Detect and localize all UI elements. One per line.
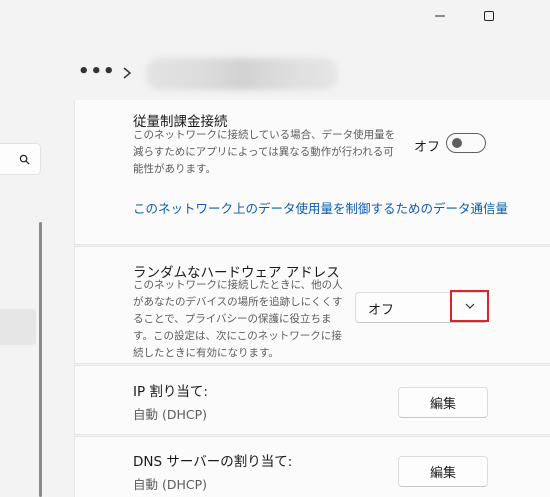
minimize-icon [435,15,445,17]
dropdown-chevron-highlight[interactable] [450,290,489,322]
metered-connection-description: このネットワークに接続している場合、データ使用量を 減らすためにアプリによっては… [133,129,396,175]
network-name-blurred [146,58,338,90]
ip-edit-button[interactable]: 編集 [398,387,488,418]
sidebar-selected-item[interactable] [0,309,36,345]
maximize-button[interactable] [466,0,512,32]
search-icon [19,154,30,165]
ip-assignment-value: 自動 (DHCP) [133,407,208,422]
metered-toggle[interactable] [446,133,486,153]
maximize-icon [484,11,494,21]
more-options-button[interactable]: ••• [78,62,116,82]
chevron-right-icon [123,67,132,79]
dropdown-selected-value: オフ [368,303,395,318]
toggle-knob [452,138,462,148]
sidebar-scrollbar[interactable] [39,222,42,497]
dns-edit-button[interactable]: 編集 [398,456,488,487]
dns-assignment-label: DNS サーバーの割り当て: [133,454,293,470]
data-limit-link[interactable]: このネットワーク上のデータ使用量を制御するためのデータ通信量 [133,198,508,217]
chevron-down-icon [465,303,474,309]
metered-toggle-state: オフ [414,140,441,155]
random-hw-address-description: このネットワークに接続したときに、他の人 があなたのデバイスの場所を追跡しにくく… [133,279,343,359]
dns-assignment-value: 自動 (DHCP) [133,477,208,492]
search-box[interactable] [0,143,41,175]
ip-assignment-label: IP 割り当て: [133,384,208,400]
minimize-button[interactable] [417,0,463,32]
